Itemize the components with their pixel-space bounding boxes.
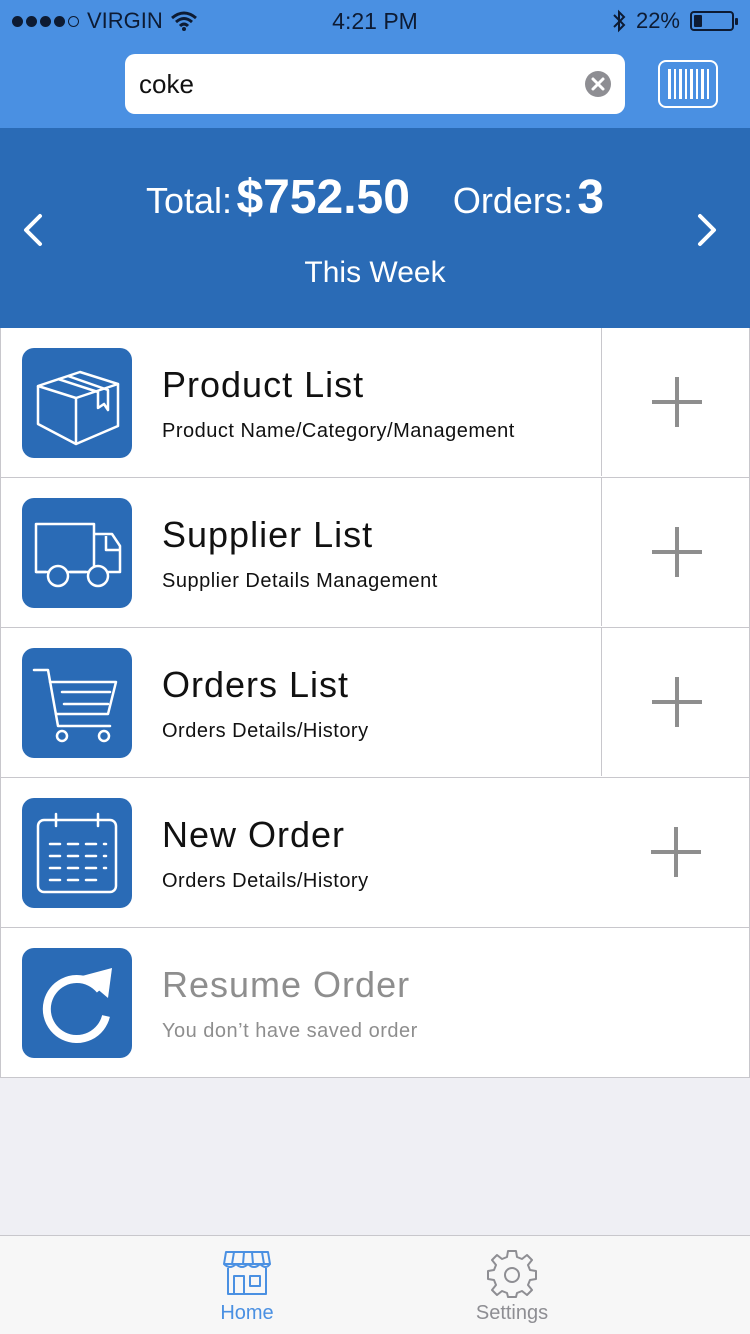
menu-row-title: Product List [162,364,365,405]
total-value: $752.50 [236,171,410,224]
tab-home-label: Home [220,1302,274,1324]
battery-percent: 22% [635,8,680,33]
tab-settings-label: Settings [475,1302,549,1324]
tab-bar: Home Settings [0,1235,750,1334]
product-list-icon-tile [22,348,132,458]
menu-row-subtitle: Orders Details/History [162,720,369,742]
bluetooth-icon [613,9,626,33]
menu-row-new-order[interactable]: New Order Orders Details/History [0,778,750,928]
menu-row-subtitle: Product Name/Category/Management [162,420,515,442]
store-icon [223,1251,271,1295]
menu-row-product-list[interactable]: Product List Product Name/Category/Manag… [0,328,750,478]
add-supplier-button[interactable] [601,478,749,626]
clear-search-button[interactable] [585,71,611,97]
menu-row-supplier-list[interactable]: Supplier List Supplier Details Managemen… [0,478,750,628]
truck-icon [34,522,122,588]
gear-icon [487,1250,537,1298]
menu-row-resume-order[interactable]: Resume Order You don’t have saved order [0,928,750,1078]
supplier-list-icon-tile [22,498,132,608]
status-bar: VIRGIN 4:21 PM 22% [0,0,750,40]
barcode-scan-button[interactable] [658,60,718,108]
menu-row-subtitle: Orders Details/History [162,870,369,892]
resume-order-icon-tile [22,948,132,1058]
main-menu-list: Product List Product Name/Category/Manag… [0,328,750,1078]
add-order-button[interactable] [601,628,749,776]
redo-icon [42,968,112,1044]
orders-label: Orders: [452,180,573,221]
plus-icon [652,677,702,727]
plus-icon [651,827,701,877]
menu-row-orders-list[interactable]: Orders List Orders Details/History [0,628,750,778]
barcode-icon [668,69,709,99]
calendar-icon [36,812,118,894]
box-icon [36,370,120,446]
menu-row-subtitle: Supplier Details Management [162,570,438,592]
next-period-button[interactable] [692,210,722,250]
cart-icon [32,668,118,743]
battery-icon [690,11,738,31]
tab-home[interactable]: Home [167,1236,327,1334]
search-box[interactable] [125,54,625,114]
add-new-order-button[interactable] [601,778,749,926]
menu-row-title: Resume Order [162,964,411,1005]
orders-value: 3 [577,171,605,224]
plus-icon [652,377,702,427]
menu-row-subtitle: You don’t have saved order [162,1020,418,1042]
total-label: Total: [145,180,232,221]
plus-icon [652,527,702,577]
add-product-button[interactable] [601,328,749,476]
menu-row-title: Supplier List [162,514,374,555]
status-right: 22% [612,8,738,34]
menu-row-title: New Order [162,814,346,855]
period-label: This Week [304,256,446,289]
new-order-icon-tile [22,798,132,908]
clear-x-icon [591,77,605,91]
orders-list-icon-tile [22,648,132,758]
header-bar: VIRGIN 4:21 PM 22% [0,0,750,128]
summary-totals: Total: $752.50 Orders: 3 [0,170,750,225]
tab-settings[interactable]: Settings [432,1236,592,1334]
weekly-summary-banner: Total: $752.50 Orders: 3 This Week [0,128,750,328]
menu-row-title: Orders List [162,664,350,705]
search-input[interactable] [139,64,579,104]
